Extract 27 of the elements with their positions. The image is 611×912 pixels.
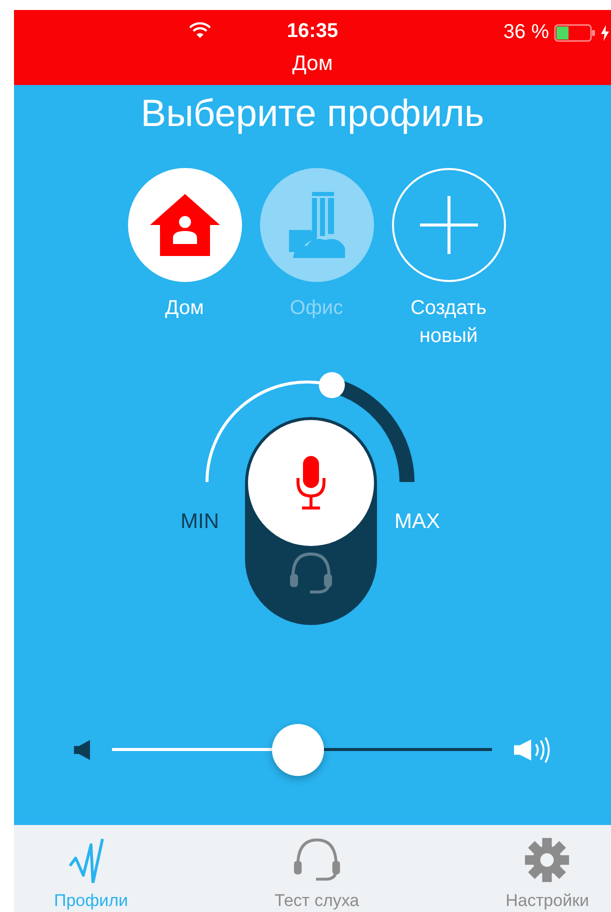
add-profile-button[interactable] — [392, 168, 506, 282]
microphone-icon — [294, 456, 326, 510]
page-heading: Выберите профиль — [140, 93, 484, 136]
slider-thumb[interactable] — [272, 724, 324, 776]
dial-thumb[interactable] — [318, 372, 344, 398]
profile-label: Дом — [164, 296, 205, 321]
min-label: MIN — [180, 510, 219, 534]
profile-label: Офис — [288, 296, 344, 321]
lightning-icon — [601, 24, 609, 40]
house-icon — [150, 194, 220, 256]
max-label: MAX — [394, 510, 440, 534]
screen-title: Дом — [291, 52, 334, 76]
headset-icon — [288, 550, 334, 596]
clock-time: 16:35 — [286, 20, 338, 42]
wifi-icon — [189, 22, 211, 38]
building-icon — [288, 192, 344, 258]
battery-percent: 36 % — [503, 21, 549, 44]
settings-icon — [524, 837, 570, 883]
headset-icon — [292, 837, 342, 883]
profile-label: Создать новый — [409, 296, 488, 349]
plus-icon — [420, 196, 478, 254]
tab-item[interactable]: Тест слуха — [274, 825, 360, 912]
tab-item[interactable]: Профили — [54, 825, 128, 912]
volume-slider[interactable] — [112, 722, 492, 778]
speaker-low-icon — [74, 740, 90, 760]
tab-item[interactable]: Настройки — [506, 825, 589, 912]
battery-icon — [554, 24, 596, 42]
